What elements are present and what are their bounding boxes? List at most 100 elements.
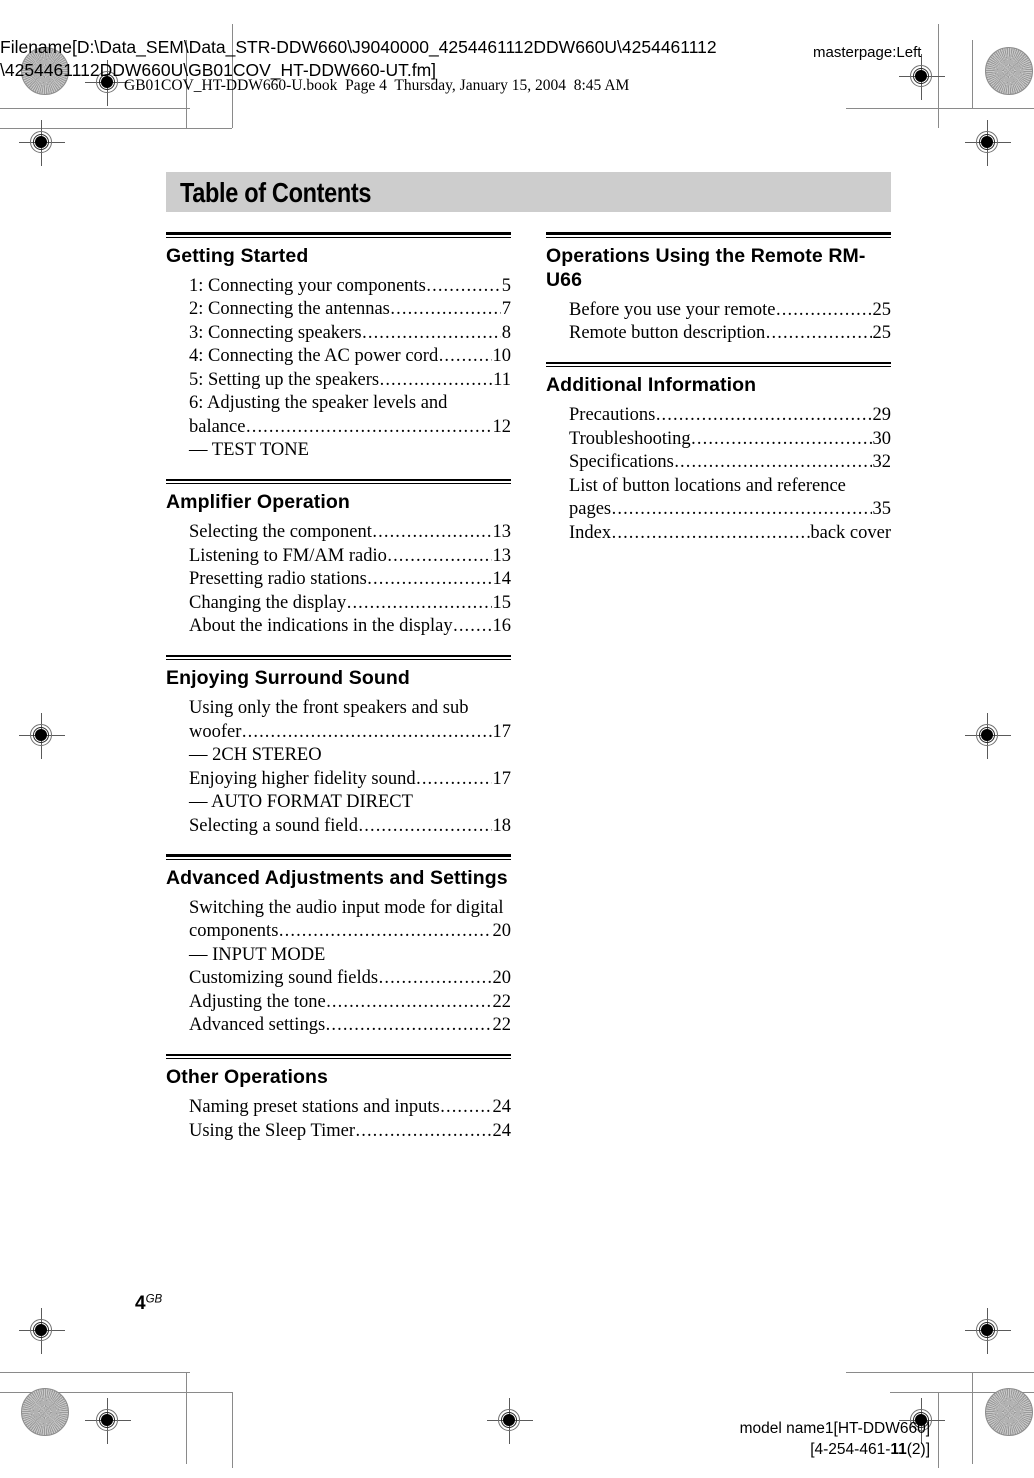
dot-leader <box>326 1014 492 1038</box>
dot-leader <box>372 521 492 545</box>
toc-entry-wrap-line[interactable]: Switching the audio input mode for digit… <box>189 897 511 921</box>
registration-target-top-right <box>965 120 1011 166</box>
toc-entry-label: 3: Connecting speakers <box>189 322 362 343</box>
toc-entry-label: Before you use your remote <box>569 299 776 320</box>
toc-entry-label: Customizing sound fields <box>189 968 379 988</box>
toc-entry-list: Naming preset stations and inputs 24 Using… <box>166 1096 511 1143</box>
toc-entry-page-number: 18 <box>492 815 512 836</box>
crop-line-bottom-left-vert-outer <box>186 1372 187 1464</box>
toc-entry-page-number: 25 <box>872 299 892 320</box>
toc-entry-page-number: 5 <box>501 275 511 296</box>
toc-entry[interactable]: Changing the display 15 <box>189 592 511 616</box>
toc-entry[interactable]: 5: Setting up the speakers 11 <box>189 369 511 393</box>
crop-line-bottom-right-outer <box>846 1372 1034 1373</box>
section-heading: Advanced Adjustments and Settings <box>166 866 508 889</box>
section-rule-thin <box>546 236 891 238</box>
folio-number: 4 <box>135 1293 146 1314</box>
section-heading: Additional Information <box>546 374 757 396</box>
page-folio: 4GB <box>135 1293 162 1315</box>
toc-entry-page-number: 16 <box>492 616 512 636</box>
crop-line-top-right-vert <box>972 40 973 108</box>
color-rosette-bottom-left <box>21 1388 69 1436</box>
toc-entry[interactable]: balance 12 <box>189 416 511 440</box>
toc-entry-label: Precautions <box>569 405 656 425</box>
toc-entry-page-number: 25 <box>872 323 892 343</box>
toc-entry-page-number: 10 <box>492 346 512 366</box>
section-rule-thin <box>166 1058 511 1059</box>
toc-entry-label: woofer <box>189 721 242 742</box>
section-heading: Enjoying Surround Sound <box>166 667 410 689</box>
toc-entry-subnote: — 2CH STEREO <box>189 745 322 765</box>
toc-entry[interactable]: Listening to FM/AM radio 13 <box>189 545 511 569</box>
toc-entry[interactable]: Selecting the component 13 <box>189 521 511 545</box>
section-rule-thick <box>166 478 511 481</box>
toc-section: Amplifier Operation Selecting the compone… <box>166 478 511 639</box>
dot-leader <box>453 615 492 639</box>
filename-overlay: Filename[D:\Data_SEM\Data_STR-DDW660\J90… <box>0 37 717 80</box>
toc-entry-page-number: 22 <box>492 991 512 1012</box>
toc-entry-label: Naming preset stations and inputs <box>189 1097 440 1117</box>
toc-entry-label: About the indications in the display <box>189 616 453 636</box>
toc-entry[interactable]: Customizing sound fields 20 <box>189 967 511 991</box>
toc-entry-subnote: — INPUT MODE <box>189 944 326 965</box>
toc-entry-wrap-line[interactable]: 6: Adjusting the speaker levels and <box>189 392 511 416</box>
registration-target-bottom-left <box>19 1308 65 1354</box>
toc-entry-subnote: — TEST TONE <box>189 440 309 460</box>
toc-entry-label: Troubleshooting <box>569 428 691 449</box>
dot-leader <box>426 275 501 299</box>
document-page: Filename[D:\Data_SEM\Data_STR-DDW660\J90… <box>0 0 1034 1478</box>
toc-entry[interactable]: Remote button description 25 <box>569 322 891 346</box>
dot-leader <box>367 568 492 592</box>
toc-section: Additional Information Precautions 29 Troub… <box>546 361 891 546</box>
toc-entry-subnote: — AUTO FORMAT DIRECT <box>189 792 413 812</box>
model-name-line: model name1[HT-DDW660] <box>739 1420 930 1437</box>
toc-entry[interactable]: Advanced settings 22 <box>189 1014 511 1038</box>
toc-entry[interactable]: components 20 <box>189 920 511 944</box>
toc-entry[interactable]: Specifications 32 <box>569 451 891 475</box>
toc-section: Advanced Adjustments and Settings Switchi… <box>166 854 511 1038</box>
dot-leader <box>656 404 872 428</box>
dot-leader <box>387 545 492 569</box>
toc-entry[interactable]: Naming preset stations and inputs 24 <box>189 1096 511 1120</box>
toc-column: Operations Using the Remote RM-U66 Before… <box>546 232 891 1145</box>
toc-entry[interactable]: pages 35 <box>569 498 891 522</box>
toc-entry-list: Switching the audio input mode for digit… <box>166 897 511 1038</box>
dot-leader <box>359 815 492 839</box>
toc-entry[interactable]: Using the Sleep Timer 24 <box>189 1120 511 1144</box>
toc-entry[interactable]: woofer 17 <box>189 721 511 745</box>
table-of-contents-banner: Table of Contents <box>166 172 891 212</box>
toc-entry-page-number: back cover <box>810 522 891 543</box>
crop-line-bottom-left-vert-inner <box>232 1392 233 1468</box>
toc-entry-page-number: 13 <box>492 522 512 542</box>
toc-entry[interactable]: 4: Connecting the AC power cord 10 <box>189 345 511 369</box>
toc-section: Other Operations Naming preset stations a… <box>166 1053 511 1144</box>
dot-leader <box>356 1120 493 1144</box>
dot-leader <box>612 498 872 522</box>
toc-entry-page-number: 24 <box>492 1097 512 1117</box>
book-file-header-line: GB01COV_HT-DDW660-U.book Page 4 Thursday… <box>124 77 630 94</box>
toc-entry[interactable]: 2: Connecting the antennas 7 <box>189 298 511 322</box>
section-rule-thick <box>546 232 891 235</box>
toc-entry[interactable]: Enjoying higher fidelity sound 17 <box>189 768 511 792</box>
toc-entry[interactable]: 3: Connecting speakers 8 <box>189 322 511 346</box>
toc-entry[interactable]: Before you use your remote 25 <box>569 299 891 323</box>
registration-target-left-middle <box>19 713 65 759</box>
section-rule-thin <box>546 366 891 367</box>
toc-entry[interactable]: Selecting a sound field 18 <box>189 815 511 839</box>
toc-entry[interactable]: Precautions 29 <box>569 404 891 428</box>
toc-entry[interactable]: About the indications in the display 16 <box>189 615 511 639</box>
toc-entry[interactable]: Presetting radio stations 14 <box>189 568 511 592</box>
toc-entry-wrap-line[interactable]: Using only the front speakers and sub <box>189 697 511 721</box>
dot-leader <box>279 920 492 944</box>
toc-entry[interactable]: Adjusting the tone 22 <box>189 991 511 1015</box>
toc-section: Getting Started 1: Connecting your compon… <box>166 232 511 463</box>
section-heading: Other Operations <box>166 1066 328 1088</box>
dot-leader <box>380 369 493 393</box>
toc-entry[interactable]: Troubleshooting 30 <box>569 428 891 452</box>
toc-entry-wrap-line[interactable]: List of button locations and reference <box>569 475 891 499</box>
toc-entry[interactable]: 1: Connecting your components 5 <box>189 275 511 299</box>
dot-leader <box>390 298 501 322</box>
dot-leader <box>674 451 872 475</box>
toc-entry-page-number: 17 <box>492 768 512 789</box>
toc-entry[interactable]: Index back cover <box>569 522 891 546</box>
